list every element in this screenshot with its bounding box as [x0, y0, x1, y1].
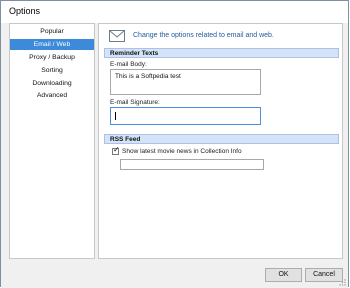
rss-feed-section-header: RSS Feed: [104, 134, 339, 144]
sidebar-item-advanced[interactable]: Advanced: [10, 90, 94, 101]
rss-feed-input[interactable]: [120, 159, 264, 170]
dialog-footer: OK Cancel: [1, 260, 348, 288]
mail-icon: [109, 30, 125, 42]
window-title: Options: [9, 6, 41, 16]
ok-button[interactable]: OK: [265, 268, 302, 282]
sidebar-item-proxy-backup[interactable]: Proxy / Backup: [10, 52, 94, 63]
content-panel: Change the options related to email and …: [98, 23, 343, 259]
sidebar-item-email-web[interactable]: Email / Web: [10, 39, 94, 50]
page-description: Change the options related to email and …: [133, 32, 274, 39]
options-window: Options Popular Email / Web Proxy / Back…: [0, 0, 349, 288]
resize-grip-icon[interactable]: [338, 278, 346, 286]
page-header: Change the options related to email and …: [109, 30, 339, 44]
show-movie-news-label[interactable]: Show latest movie news in Collection Inf…: [122, 148, 242, 155]
email-body-label: E-mail Body:: [110, 61, 147, 68]
show-movie-news-checkbox[interactable]: ✓: [112, 145, 120, 155]
email-signature-label: E-mail Signature:: [110, 99, 160, 106]
sidebar-item-popular[interactable]: Popular: [10, 26, 94, 37]
sidebar: Popular Email / Web Proxy / Backup Sorti…: [9, 23, 95, 259]
email-signature-field[interactable]: [110, 107, 261, 125]
title-bar[interactable]: Options: [1, 1, 348, 23]
reminder-texts-section-header: Reminder Texts: [104, 48, 339, 58]
email-body-field[interactable]: This is a Softpedia test: [110, 69, 261, 95]
text-caret: [115, 112, 116, 120]
checkmark-icon: ✓: [113, 145, 120, 154]
sidebar-item-downloading[interactable]: Downloading: [10, 78, 94, 89]
sidebar-item-sorting[interactable]: Sorting: [10, 65, 94, 76]
